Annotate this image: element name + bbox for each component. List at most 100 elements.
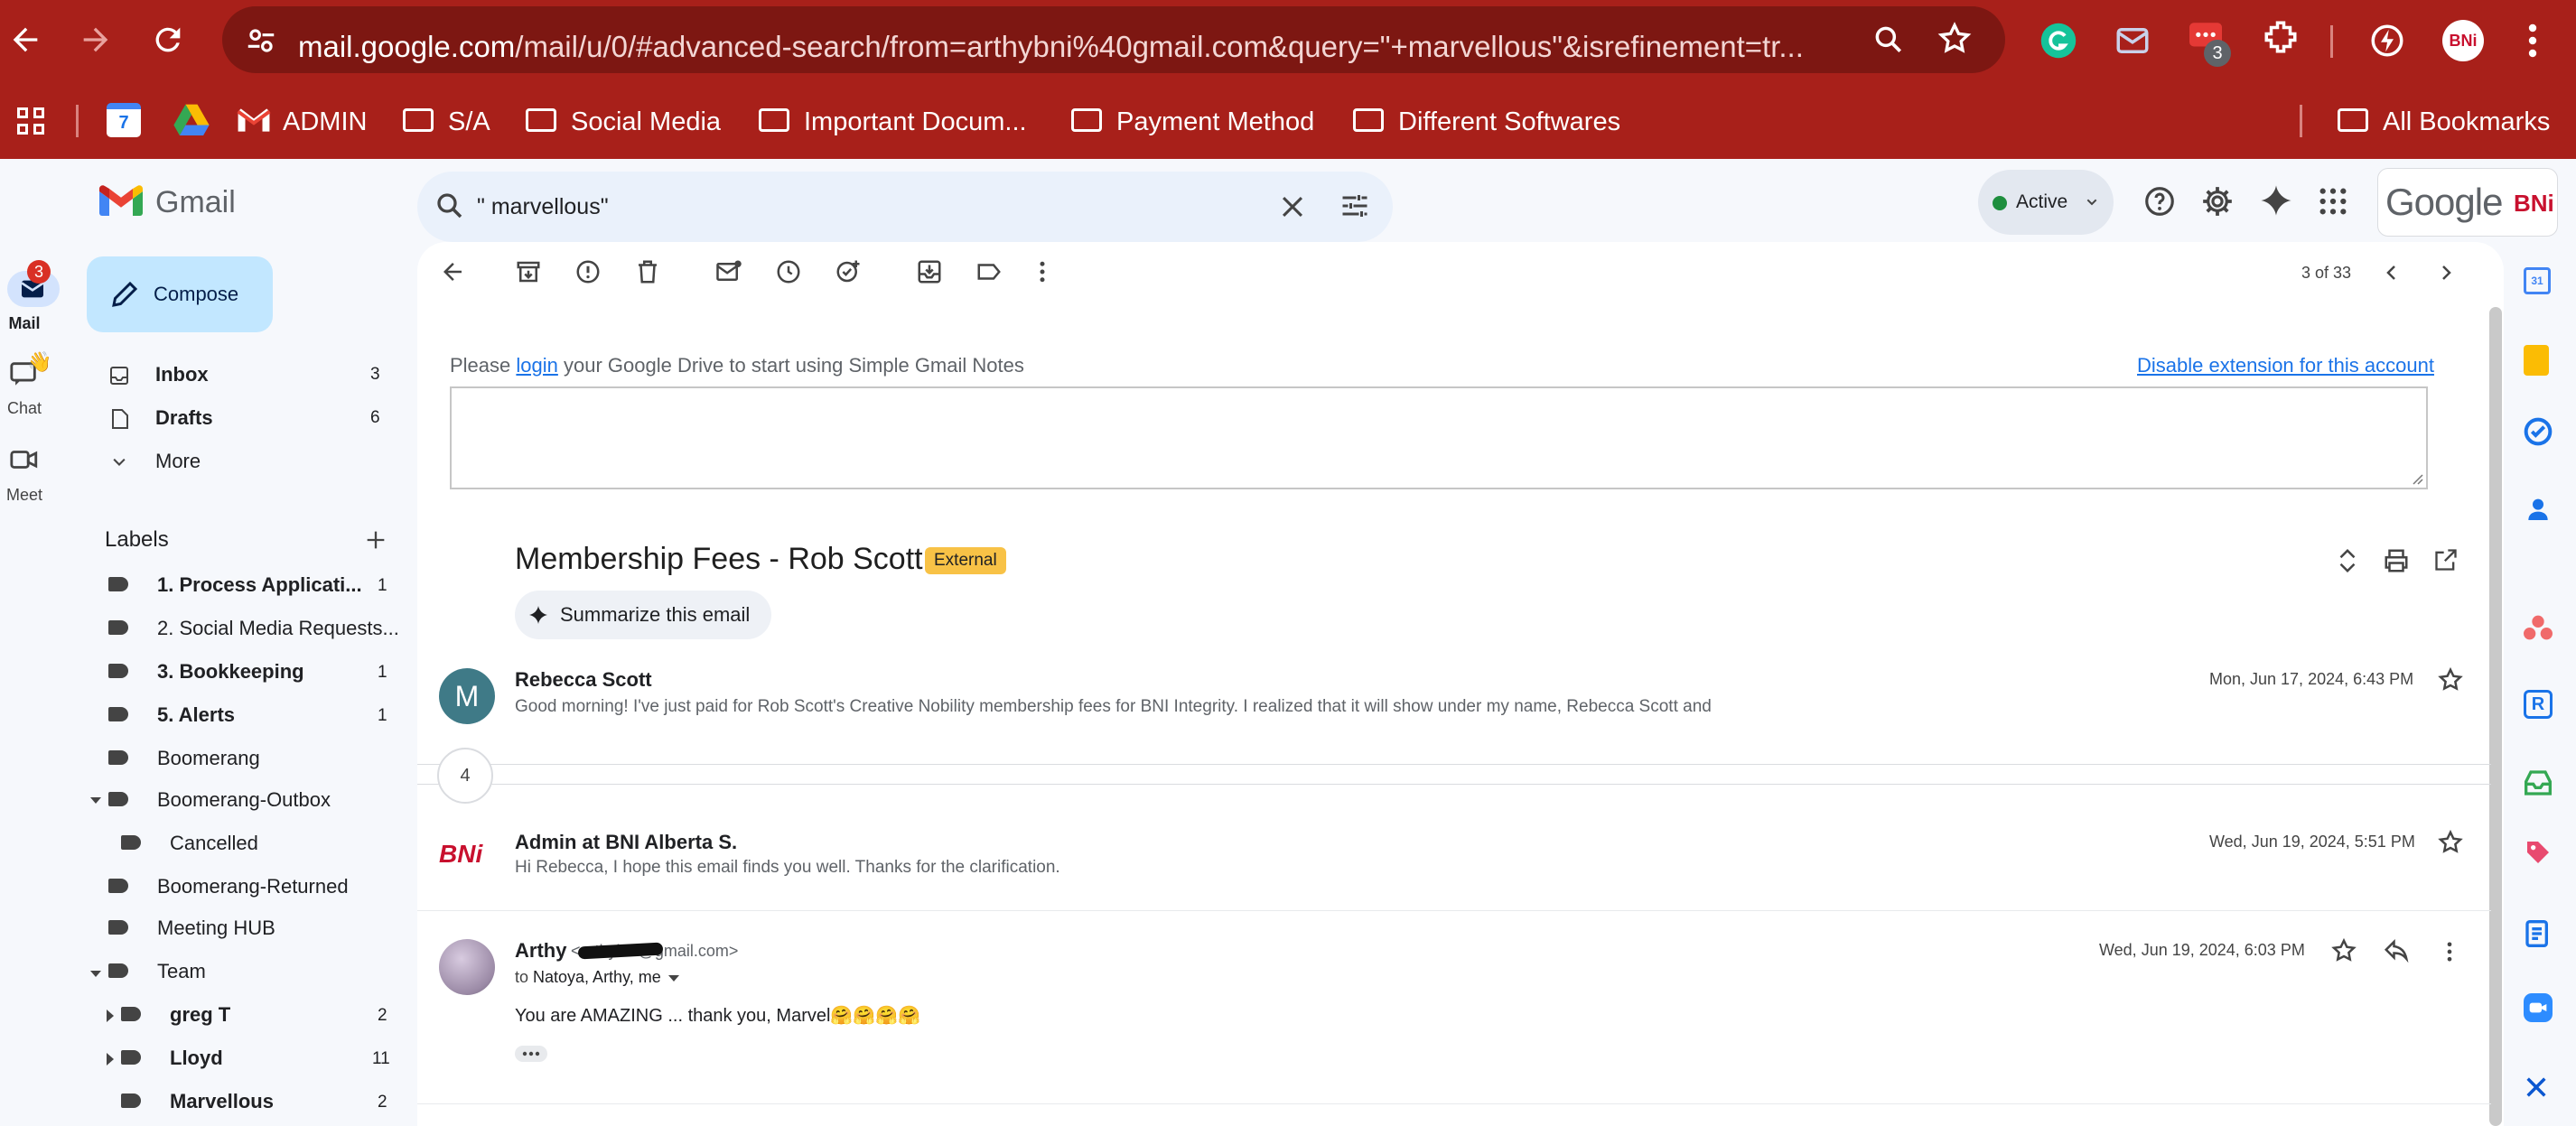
grammarly-icon[interactable] xyxy=(2039,22,2077,60)
bookmark-social-media[interactable]: Social Media xyxy=(526,101,721,143)
meet-icon[interactable] xyxy=(9,446,40,473)
star-icon[interactable] xyxy=(2437,829,2464,856)
summarize-button[interactable]: Summarize this email xyxy=(515,591,771,639)
more-actions-icon[interactable] xyxy=(1033,258,1051,285)
open-new-window-icon[interactable] xyxy=(2433,547,2459,572)
apps-grid-icon[interactable] xyxy=(14,105,47,137)
resize-handle-icon[interactable] xyxy=(2410,471,2424,486)
message-arthy[interactable]: Arthy <arthybni@gmail.com> to Natoya, Ar… xyxy=(417,926,2504,1107)
help-icon[interactable] xyxy=(2142,184,2177,219)
drive-bookmark-icon[interactable] xyxy=(173,103,210,135)
recipients-line[interactable]: to Natoya, Arthy, me xyxy=(515,968,679,987)
label-cancelled[interactable]: Cancelled xyxy=(121,824,258,863)
url-text[interactable]: mail.google.com/mail/u/0/#advanced-searc… xyxy=(298,6,1852,88)
search-options-icon[interactable] xyxy=(1339,190,1371,222)
label-process-applications[interactable]: 1. Process Applicati... xyxy=(108,565,362,605)
mark-unread-icon[interactable] xyxy=(715,258,742,285)
tasks-addon-icon[interactable] xyxy=(2524,417,2553,446)
report-spam-icon[interactable] xyxy=(574,258,602,285)
r-addon-icon[interactable]: R xyxy=(2524,690,2553,719)
expand-all-icon[interactable] xyxy=(2336,547,2359,574)
compose-button[interactable]: Compose xyxy=(87,256,273,332)
label-boomerang-outbox[interactable]: Boomerang-Outbox xyxy=(108,780,331,820)
caret-right-icon[interactable] xyxy=(105,1010,114,1022)
mail-tracker-icon[interactable] xyxy=(2114,22,2151,60)
archive-icon[interactable] xyxy=(515,258,542,285)
forward-icon[interactable] xyxy=(78,22,114,58)
nav-drafts[interactable]: Drafts 6 xyxy=(108,397,415,439)
add-label-icon[interactable] xyxy=(363,527,388,553)
notes-textarea[interactable] xyxy=(450,386,2428,489)
clear-search-icon[interactable] xyxy=(1277,191,1308,222)
bookmark-different-softwares[interactable]: Different Softwares xyxy=(1353,101,1620,143)
label-alerts[interactable]: 5. Alerts xyxy=(108,695,235,735)
inbox-addon-icon[interactable] xyxy=(2524,769,2553,796)
nav-inbox[interactable]: Inbox 3 xyxy=(108,354,415,395)
profile-avatar[interactable]: BNi xyxy=(2442,20,2484,61)
nav-more[interactable]: More xyxy=(108,441,415,482)
search-icon[interactable] xyxy=(434,190,466,222)
rail-meet-label[interactable]: Meet xyxy=(0,486,49,505)
move-to-icon[interactable] xyxy=(916,258,943,285)
label-team[interactable]: Team xyxy=(108,952,206,991)
message-admin-bni[interactable]: BNi Admin at BNI Alberta S. Hi Rebecca, … xyxy=(417,818,2504,901)
label-marvellous[interactable]: Marvellous xyxy=(121,1082,274,1121)
reply-icon[interactable] xyxy=(2383,937,2410,964)
message-more-icon[interactable] xyxy=(2441,939,2459,964)
caret-right-icon[interactable] xyxy=(105,1053,114,1066)
extensions-puzzle-icon[interactable] xyxy=(2262,18,2300,56)
label-greg-t[interactable]: greg T xyxy=(121,995,230,1035)
label-boomerang-returned[interactable]: Boomerang-Returned xyxy=(108,867,349,907)
back-to-list-icon[interactable] xyxy=(439,258,466,285)
star-icon[interactable] xyxy=(2437,666,2464,693)
calendar-bookmark-icon[interactable]: 7 xyxy=(107,103,141,137)
label-bookkeeping[interactable]: 3. Bookkeeping xyxy=(108,652,304,692)
disable-extension-link[interactable]: Disable extension for this account xyxy=(2137,354,2434,377)
asana-addon-icon[interactable] xyxy=(2524,614,2553,641)
all-bookmarks[interactable]: All Bookmarks xyxy=(2338,101,2550,143)
back-icon[interactable] xyxy=(7,22,43,58)
label-meeting-hub[interactable]: Meeting HUB xyxy=(108,908,275,948)
message-rebecca-scott[interactable]: M Rebecca Scott Good morning! I've just … xyxy=(417,656,2504,730)
bookmark-sa[interactable]: S/A xyxy=(403,101,490,143)
print-icon[interactable] xyxy=(2383,547,2410,574)
google-apps-icon[interactable] xyxy=(2318,186,2348,217)
caret-down-icon[interactable] xyxy=(90,968,101,979)
settings-gear-icon[interactable] xyxy=(2200,184,2235,219)
bookmark-star-icon[interactable] xyxy=(1937,21,1973,57)
gmail-bookmark-icon[interactable] xyxy=(237,107,271,134)
address-bar[interactable]: mail.google.com/mail/u/0/#advanced-searc… xyxy=(222,6,2005,73)
search-input[interactable]: " marvellous" xyxy=(477,172,609,242)
search-bar[interactable]: " marvellous" xyxy=(417,172,1393,242)
site-settings-icon[interactable] xyxy=(244,23,278,58)
performance-icon[interactable] xyxy=(2368,22,2406,60)
account-chip[interactable]: Google BNi xyxy=(2377,168,2558,237)
gemini-sparkle-icon[interactable] xyxy=(2258,182,2294,219)
tag-addon-icon[interactable] xyxy=(2524,838,2553,867)
calendar-addon-icon[interactable]: 31 xyxy=(2524,267,2551,294)
label-boomerang[interactable]: Boomerang xyxy=(108,739,260,778)
rail-mail[interactable]: 3 xyxy=(5,260,65,314)
older-chevron-right-icon[interactable] xyxy=(2435,262,2457,284)
contacts-addon-icon[interactable] xyxy=(2524,495,2553,524)
notes-login-link[interactable]: login xyxy=(516,354,557,377)
newer-chevron-left-icon[interactable] xyxy=(2381,262,2403,284)
star-icon[interactable] xyxy=(2330,937,2357,964)
label-social-media-requests[interactable]: 2. Social Media Requests... xyxy=(108,609,399,648)
zoom-icon[interactable] xyxy=(1871,23,1906,57)
menu-kebab-icon[interactable] xyxy=(2522,22,2543,60)
label-lloyd[interactable]: Lloyd xyxy=(121,1038,223,1078)
bookmark-important-documents[interactable]: Important Docum... xyxy=(759,101,1027,143)
zoom-addon-icon[interactable] xyxy=(2524,993,2553,1022)
label-icon[interactable] xyxy=(975,258,1003,285)
collapse-panel-icon[interactable] xyxy=(2524,1075,2549,1100)
bookmark-admin[interactable]: ADMIN xyxy=(283,101,367,143)
notes-addon-icon[interactable] xyxy=(2524,919,2553,948)
snooze-clock-icon[interactable] xyxy=(775,258,802,285)
add-task-icon[interactable] xyxy=(835,258,862,285)
bookmark-payment-method[interactable]: Payment Method xyxy=(1071,101,1314,143)
rail-chat-label[interactable]: Chat xyxy=(0,399,49,418)
keep-addon-icon[interactable] xyxy=(2524,345,2549,376)
show-trimmed-content-button[interactable] xyxy=(515,1046,547,1062)
delete-trash-icon[interactable] xyxy=(634,258,661,285)
